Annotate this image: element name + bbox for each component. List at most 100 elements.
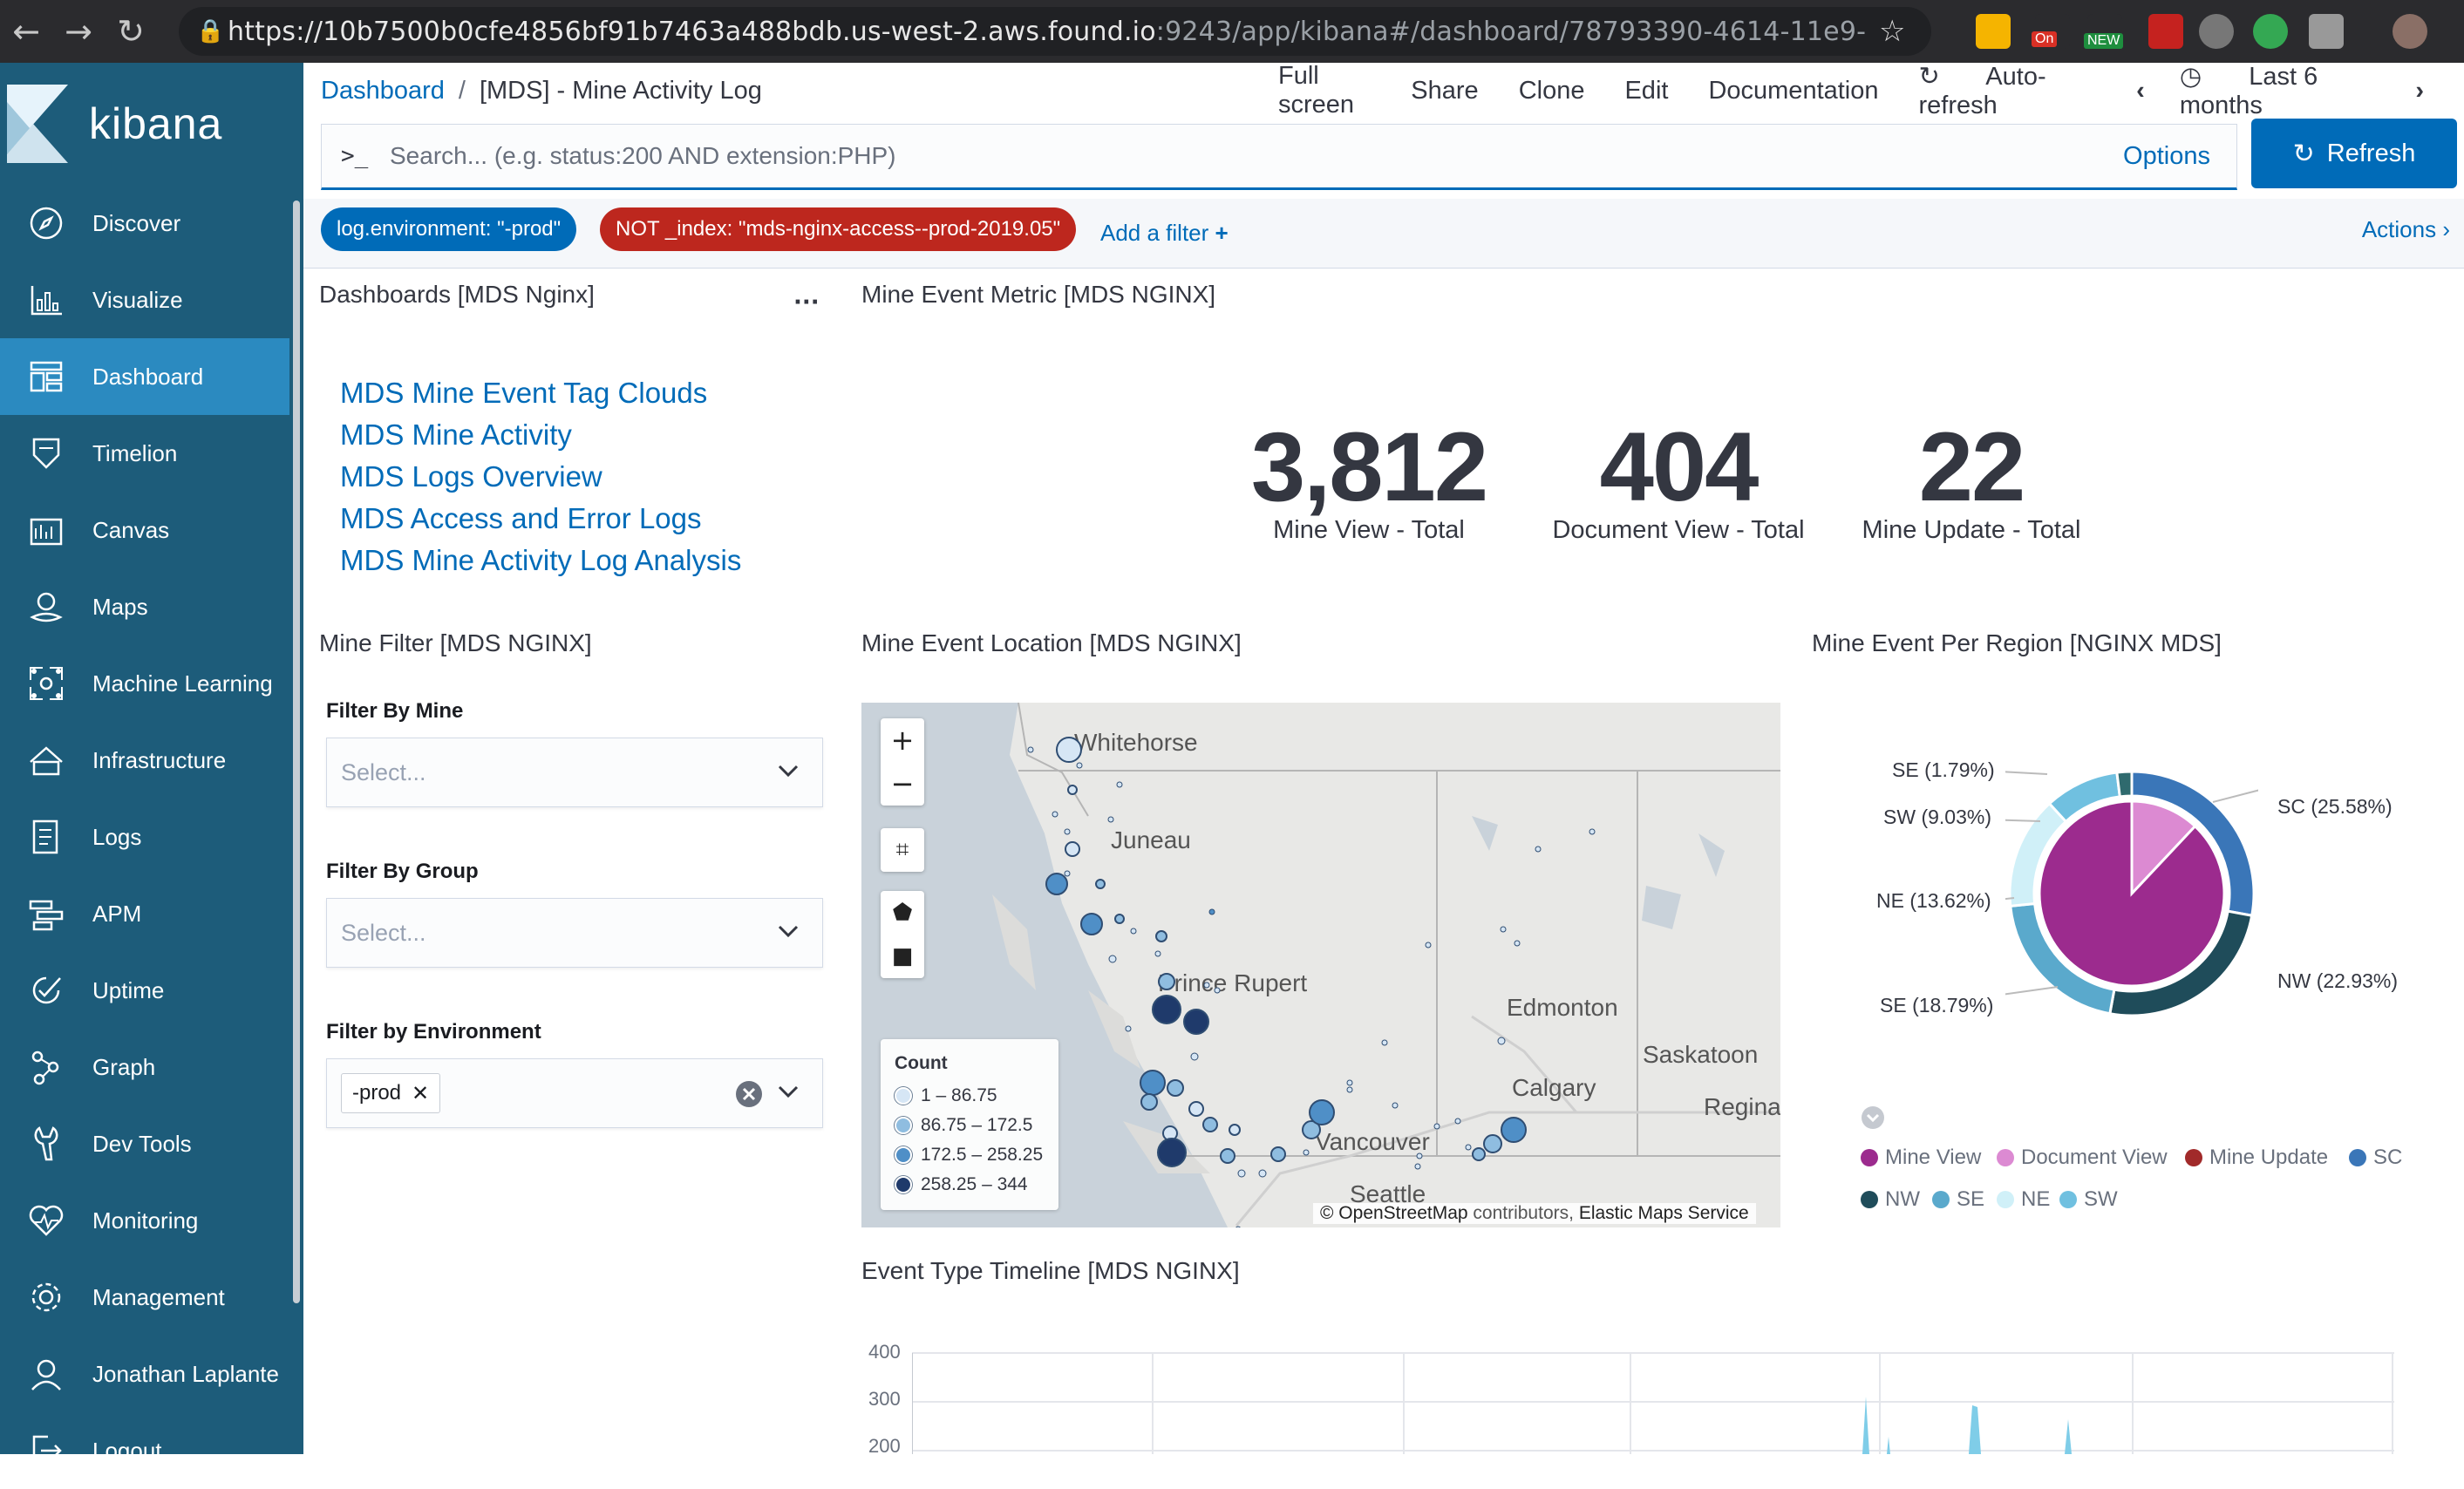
map-data-point[interactable] — [1065, 841, 1080, 857]
map-data-point[interactable] — [1392, 1102, 1399, 1109]
sidebar-item-logout[interactable]: Logout — [0, 1412, 303, 1489]
filter-actions-button[interactable]: Actions › — [2362, 216, 2450, 243]
sidebar-item-logs[interactable]: Logs — [0, 799, 303, 875]
environment-chip[interactable]: -prod ✕ — [341, 1073, 441, 1113]
map-data-point[interactable] — [1125, 1025, 1132, 1032]
map-data-point[interactable] — [1258, 1169, 1267, 1178]
map-data-point[interactable] — [1416, 1152, 1423, 1159]
map-data-point[interactable] — [1472, 1147, 1486, 1161]
map-data-point[interactable] — [1203, 982, 1210, 989]
draw-rectangle-icon[interactable]: ■ — [881, 935, 924, 978]
map-data-point[interactable] — [1052, 811, 1058, 818]
map-data-point[interactable] — [1140, 1093, 1158, 1111]
map-data-point[interactable] — [1167, 1079, 1184, 1097]
map-data-point[interactable] — [1067, 785, 1078, 795]
map-data-point[interactable] — [1237, 1169, 1246, 1178]
map-data-point[interactable] — [1414, 1163, 1421, 1170]
add-filter-button[interactable]: Add a filter + — [1100, 220, 1229, 247]
extension-b-plus-icon[interactable] — [2253, 14, 2288, 49]
time-forward-chevron-icon[interactable]: › — [2415, 77, 2424, 105]
search-options-button[interactable]: Options — [2123, 142, 2210, 171]
filter-by-group-select[interactable]: Select... — [326, 898, 823, 968]
sidebar-item-monitoring[interactable]: Monitoring — [0, 1182, 303, 1259]
map-data-point[interactable] — [1483, 1134, 1502, 1153]
dashboard-link[interactable]: MDS Access and Error Logs — [340, 502, 702, 535]
map-data-point[interactable] — [1346, 1079, 1353, 1086]
extension-edge-icon[interactable]: NEW — [2084, 14, 2124, 49]
map-data-point[interactable] — [1433, 1123, 1440, 1130]
map-data-point[interactable] — [1220, 1148, 1235, 1164]
map-data-point[interactable] — [1381, 1039, 1388, 1046]
bookmark-star-icon[interactable]: ☆ — [1879, 14, 1905, 49]
sidebar-item-discover[interactable]: Discover — [0, 185, 303, 262]
sidebar-scrollbar[interactable] — [293, 201, 300, 1303]
map-data-point[interactable] — [1183, 1009, 1209, 1035]
map-data-point[interactable] — [1140, 1070, 1166, 1096]
map-data-point[interactable] — [1497, 1037, 1506, 1045]
legend-item[interactable]: SC — [2349, 1146, 2402, 1170]
map-data-point[interactable] — [1114, 914, 1125, 924]
legend-item[interactable]: NW — [1861, 1187, 1920, 1212]
map-data-point[interactable] — [1229, 1124, 1241, 1136]
extension-k-icon[interactable] — [2309, 14, 2344, 49]
map-data-point[interactable] — [1056, 737, 1082, 763]
map-data-point[interactable] — [1202, 1117, 1218, 1132]
panel-options-icon[interactable]: ··· — [793, 289, 820, 316]
map-data-point[interactable] — [1095, 879, 1106, 889]
sidebar-item-canvas[interactable]: Canvas — [0, 492, 303, 568]
sidebar-item-visualize[interactable]: Visualize — [0, 262, 303, 338]
sidebar-item-management[interactable]: Management — [0, 1259, 303, 1336]
map-data-point[interactable] — [1108, 955, 1117, 963]
address-bar[interactable]: 🔒 https://10b7500b0cfe4856bf91b7463a488b… — [179, 7, 1931, 56]
zoom-out-button[interactable]: − — [881, 762, 924, 806]
map-data-point[interactable] — [1158, 973, 1175, 990]
legend-item[interactable]: SW — [2059, 1187, 2118, 1212]
map-data-point[interactable] — [1465, 1144, 1472, 1151]
dashboard-link[interactable]: MDS Mine Event Tag Clouds — [340, 377, 707, 410]
map-data-point[interactable] — [1064, 828, 1071, 835]
map-data-point[interactable] — [1514, 940, 1521, 947]
map-data-point[interactable] — [1188, 1101, 1204, 1117]
search-input[interactable] — [390, 142, 2090, 170]
map-data-point[interactable] — [1309, 1099, 1335, 1125]
map-data-point[interactable] — [1027, 746, 1034, 753]
legend-toggle-icon[interactable] — [1861, 1105, 1885, 1130]
filter-pill-environment[interactable]: log.environment: "-prod" — [321, 207, 577, 251]
filter-pill-index[interactable]: NOT _index: "mds-nginx-access--prod-2019… — [600, 207, 1077, 251]
back-arrow-icon[interactable]: ← — [0, 0, 52, 63]
sidebar-item-dev-tools[interactable]: Dev Tools — [0, 1105, 303, 1182]
map-data-point[interactable] — [1045, 873, 1068, 895]
refresh-button[interactable]: ↻ Refresh — [2251, 119, 2457, 188]
chip-remove-icon[interactable]: ✕ — [412, 1081, 429, 1106]
map-data-point[interactable] — [1076, 762, 1083, 769]
edit-button[interactable]: Edit — [1624, 77, 1668, 105]
sidebar-item-uptime[interactable]: Uptime — [0, 952, 303, 1029]
reload-icon[interactable]: ↻ — [105, 0, 157, 63]
sidebar-item-infrastructure[interactable]: Infrastructure — [0, 722, 303, 799]
attribution-osm-link[interactable]: © OpenStreetMap — [1320, 1203, 1468, 1223]
legend-item[interactable]: Mine Update — [2185, 1146, 2328, 1170]
map-data-point[interactable] — [1346, 1086, 1353, 1093]
full-screen-button[interactable]: Full screen — [1278, 62, 1371, 119]
share-button[interactable]: Share — [1411, 77, 1478, 105]
url-text[interactable]: https://10b7500b0cfe4856bf91b7463a488bdb… — [228, 17, 1867, 47]
forward-arrow-icon[interactable]: → — [52, 0, 105, 63]
map-data-point[interactable] — [1190, 1052, 1199, 1061]
auto-refresh-button[interactable]: ↻ Auto-refresh — [1919, 61, 2104, 120]
map-data-point[interactable] — [1425, 942, 1432, 948]
map-data-point[interactable] — [1116, 781, 1123, 788]
breadcrumb-dashboard[interactable]: Dashboard — [321, 77, 445, 105]
filter-by-mine-select[interactable]: Select... — [326, 738, 823, 807]
zoom-in-button[interactable]: + — [881, 718, 924, 762]
map-data-point[interactable] — [1152, 995, 1181, 1024]
map-data-point[interactable] — [1130, 928, 1137, 935]
time-back-chevron-icon[interactable]: ‹ — [2136, 77, 2145, 105]
sidebar-item-dashboard[interactable]: Dashboard — [0, 338, 289, 415]
filter-by-environment-select[interactable]: -prod ✕ — [326, 1058, 823, 1128]
legend-item[interactable]: Mine View — [1861, 1146, 1981, 1170]
extension-pdf-icon[interactable] — [2148, 14, 2183, 49]
sidebar-item-timelion[interactable]: Timelion — [0, 415, 303, 492]
legend-item[interactable]: SE — [1932, 1187, 1984, 1212]
map-data-point[interactable] — [1107, 816, 1114, 823]
legend-item[interactable]: Document View — [1997, 1146, 2168, 1170]
